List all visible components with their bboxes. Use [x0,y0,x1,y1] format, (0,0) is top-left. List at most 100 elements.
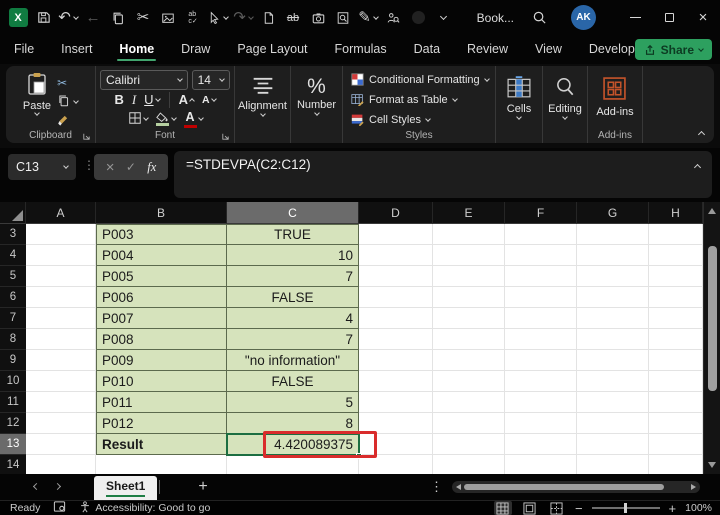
cell-E12[interactable] [433,413,505,434]
ribbon-collapse-icon[interactable] [697,130,706,139]
cell-F9[interactable] [505,350,577,371]
cell-G14[interactable] [577,455,649,474]
column-header-G[interactable]: G [577,202,649,224]
workbook-title[interactable]: Book... [477,11,514,25]
cell-E11[interactable] [433,392,505,413]
cell-E8[interactable] [433,329,505,350]
font-size-combo[interactable]: 14 [191,70,230,90]
tab-insert[interactable]: Insert [61,37,92,62]
strikethrough-icon[interactable]: ab [283,6,303,30]
cancel-icon[interactable]: × [106,160,115,175]
scroll-left-icon[interactable] [456,483,461,490]
maximize-button[interactable] [652,0,686,35]
redo-icon[interactable]: ↷ [233,6,254,30]
cell-C12[interactable]: 8 [227,413,359,434]
row-header-6[interactable]: 6 [0,287,26,308]
cell-A4[interactable] [26,245,96,266]
formula-input[interactable]: =STDEVPA(C2:C12) [174,151,712,198]
number-button[interactable]: % Number [297,70,336,129]
column-header-C[interactable]: C [227,202,359,224]
scroll-down-icon[interactable] [708,462,716,468]
format-painter-button[interactable] [57,113,70,128]
underline-button[interactable]: U [142,92,161,107]
cell-C5[interactable]: 7 [227,266,359,287]
cell-C7[interactable]: 4 [227,308,359,329]
cell-C8[interactable]: 7 [227,329,359,350]
insert-function-icon[interactable]: fx [147,160,156,175]
new-file-icon[interactable] [258,6,278,30]
page-layout-view-button[interactable] [521,501,539,515]
excel-logo[interactable]: X [8,6,28,30]
avatar[interactable]: AK [571,5,596,30]
cell-H4[interactable] [649,245,703,266]
cell-C10[interactable]: FALSE [227,371,359,392]
copy-icon[interactable] [108,6,128,30]
cells-button[interactable]: Cells [507,70,531,129]
cell-D12[interactable] [359,413,433,434]
fill-handle[interactable] [356,453,362,459]
cell-D10[interactable] [359,371,433,392]
row-header-8[interactable]: 8 [0,329,26,350]
cell-D7[interactable] [359,308,433,329]
cell-F6[interactable] [505,287,577,308]
cell-C13[interactable]: 4.420089375 [227,434,359,455]
touch-mode-icon[interactable] [208,6,229,30]
cell-styles-button[interactable]: Cell Styles [347,111,491,128]
cell-F8[interactable] [505,329,577,350]
column-header-B[interactable]: B [96,202,227,224]
macro-record-icon[interactable] [53,500,66,515]
cell-F13[interactable] [505,434,577,455]
camera-icon[interactable] [308,6,328,30]
editing-button[interactable]: Editing [548,70,582,129]
cell-H12[interactable] [649,413,703,434]
cell-F4[interactable] [505,245,577,266]
new-sheet-button[interactable]: + [198,479,207,495]
cell-A10[interactable] [26,371,96,392]
cell-D13[interactable] [359,434,433,455]
cell-A6[interactable] [26,287,96,308]
cell-B11[interactable]: P011 [96,392,227,413]
cell-F11[interactable] [505,392,577,413]
cell-G5[interactable] [577,266,649,287]
cell-E7[interactable] [433,308,505,329]
copy-button[interactable] [57,94,79,109]
scroll-right-icon[interactable] [691,483,696,490]
vertical-scrollbar-thumb[interactable] [708,246,717,391]
cell-A9[interactable] [26,350,96,371]
horizontal-scrollbar[interactable] [452,481,700,493]
row-header-11[interactable]: 11 [0,392,26,413]
zoom-out-button[interactable]: − [575,501,583,515]
tab-home[interactable]: Home [117,37,156,62]
cell-G7[interactable] [577,308,649,329]
cell-D6[interactable] [359,287,433,308]
tab-data[interactable]: Data [414,37,440,62]
cell-B14[interactable] [96,455,227,474]
cell-C14[interactable] [227,455,359,474]
cell-D8[interactable] [359,329,433,350]
column-header-E[interactable]: E [433,202,505,224]
cell-F3[interactable] [505,224,577,245]
cell-E13[interactable] [433,434,505,455]
font-name-combo[interactable]: Calibri [100,70,188,90]
cell-B6[interactable]: P006 [96,287,227,308]
cell-F5[interactable] [505,266,577,287]
font-color-button[interactable]: A [182,111,205,128]
row-header-9[interactable]: 9 [0,350,26,371]
row-header-3[interactable]: 3 [0,224,26,245]
cell-F14[interactable] [505,455,577,474]
cell-G13[interactable] [577,434,649,455]
cell-G12[interactable] [577,413,649,434]
people-search-icon[interactable] [383,6,403,30]
fill-color-button[interactable] [154,112,178,127]
cell-B8[interactable]: P008 [96,329,227,350]
zoom-slider-thumb[interactable] [623,503,628,513]
row-header-5[interactable]: 5 [0,266,26,287]
cell-E10[interactable] [433,371,505,392]
cell-A5[interactable] [26,266,96,287]
clipboard-dialog-launcher-icon[interactable] [82,132,91,141]
page-break-view-button[interactable] [548,501,566,515]
zoom-in-button[interactable]: + [669,501,677,515]
row-header-12[interactable]: 12 [0,413,26,434]
cell-E9[interactable] [433,350,505,371]
cell-A3[interactable] [26,224,96,245]
